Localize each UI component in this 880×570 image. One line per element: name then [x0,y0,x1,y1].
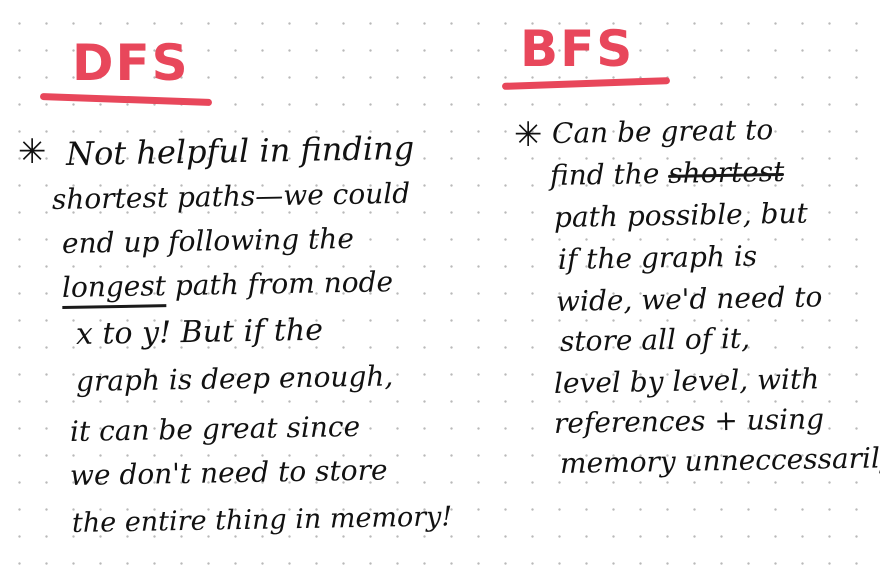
bfs-line: find the shortest [549,154,785,192]
bfs-note: BFS ✳ Can be great to find the shortest … [480,0,880,570]
bfs-shortest-struck: shortest [667,154,785,190]
dfs-line: shortest paths—we could [51,176,411,216]
dfs-line: we don't need to store [69,453,388,492]
asterisk-icon: ✳ [18,132,47,172]
bfs-line-before: find the [549,156,669,192]
bfs-heading-underline [501,77,671,90]
dfs-line: the entire thing in memory! [71,501,453,539]
bfs-line: references + using [553,402,825,440]
dfs-note: DFS ✳ Not helpful in finding shortest pa… [0,0,480,570]
dfs-longest-underlined: longest [61,269,167,309]
asterisk-icon: ✳ [514,115,543,155]
bfs-line: path possible, but [553,196,808,234]
bfs-line: store all of it, [559,321,751,358]
dfs-line-after: path from node [165,265,394,303]
bfs-heading: BFS [520,20,635,78]
dfs-line: end up following the [61,221,355,260]
dfs-line: x to y! But if the [75,312,324,352]
bfs-line: Can be great to [551,113,774,150]
dfs-heading: DFS [72,34,190,92]
bfs-line: memory unneccessarily! [559,440,880,480]
dfs-line: graph is deep enough, [75,359,394,398]
dfs-line: Not helpful in finding [65,128,415,173]
dfs-line: it can be great since [69,409,361,448]
bfs-line: wide, we'd need to [555,280,823,318]
dfs-line: longest path from node [61,265,394,309]
bfs-line: level by level, with [553,362,820,400]
dfs-heading-underline [39,93,213,106]
bfs-line: if the graph is [557,239,758,276]
